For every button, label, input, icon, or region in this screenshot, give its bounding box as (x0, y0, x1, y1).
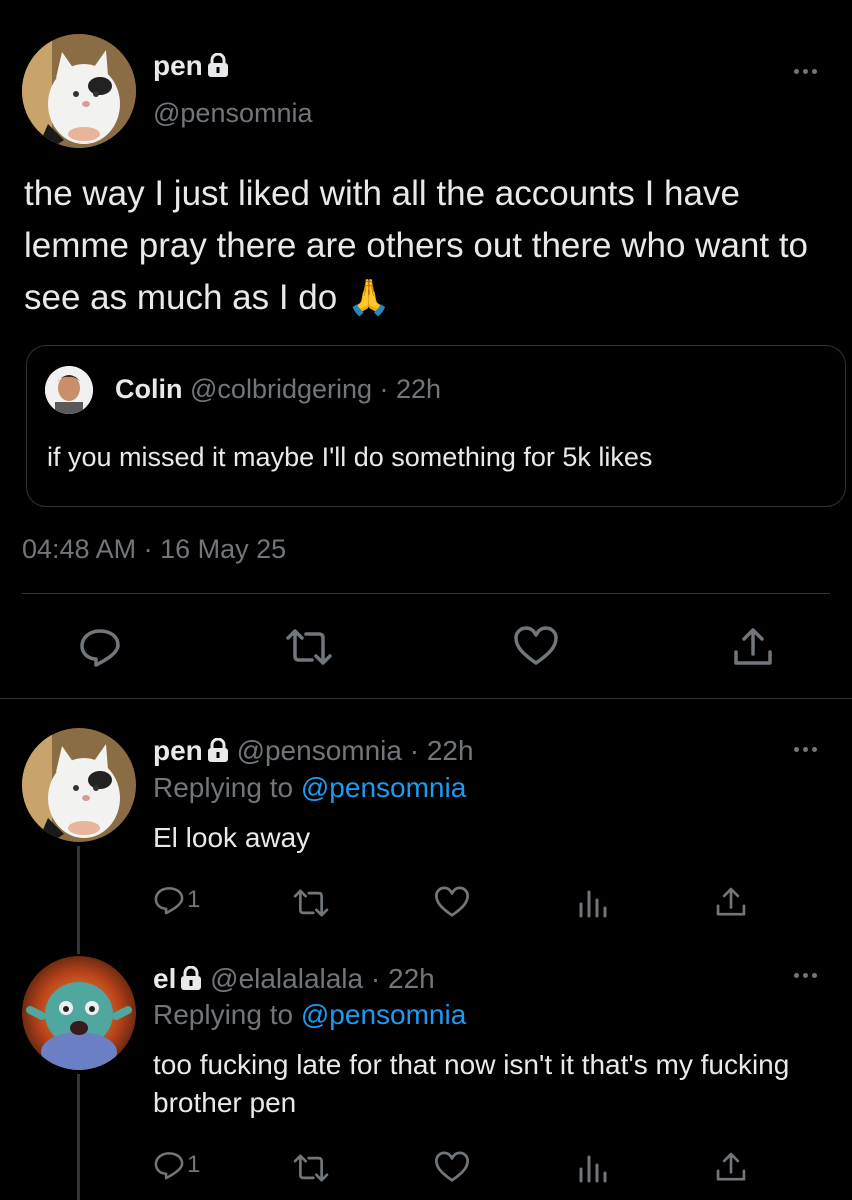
lock-icon (207, 52, 229, 84)
reply-author-handle[interactable]: @elalalalala (210, 963, 363, 994)
quoted-tweet-card[interactable]: Colin @colbridgering · 22h if you missed… (26, 345, 846, 507)
quoted-author-name: Colin (115, 374, 183, 404)
analytics-button[interactable] (578, 888, 608, 918)
author-handle[interactable]: @pensomnia (153, 98, 313, 129)
reply-icon (80, 629, 120, 667)
quoted-header: Colin @colbridgering · 22h (115, 374, 441, 405)
quoted-text: if you missed it maybe I'll do something… (47, 442, 653, 472)
retweet-icon (293, 1154, 329, 1182)
more-options-icon[interactable] (790, 66, 820, 76)
like-button[interactable] (513, 626, 559, 666)
author-name[interactable]: pen (153, 50, 203, 81)
tweet-date: 16 May 25 (160, 534, 287, 564)
tweet-text: the way I just liked with all the accoun… (24, 168, 834, 324)
reply-author-name[interactable]: pen (153, 735, 203, 766)
reply-text: too fucking late for that now isn't it t… (153, 1049, 790, 1118)
retweet-icon (293, 889, 329, 917)
replying-prefix: Replying to (153, 772, 294, 803)
more-options-icon[interactable] (790, 970, 820, 980)
avatar-pen[interactable] (22, 34, 136, 148)
heart-icon (434, 886, 470, 917)
reply-count: 1 (187, 886, 201, 913)
share-icon (716, 1152, 746, 1181)
like-button[interactable] (434, 886, 470, 918)
replying-prefix: Replying to (153, 999, 294, 1030)
divider (0, 698, 852, 699)
replying-to-link[interactable]: @pensomnia (301, 999, 466, 1030)
analytics-button[interactable] (578, 1153, 608, 1183)
reply-icon (154, 887, 184, 915)
reply-author-handle[interactable]: @pensomnia (237, 735, 402, 766)
more-options-icon[interactable] (790, 744, 820, 754)
reply-author-name[interactable]: el (153, 963, 176, 994)
reply-count: 1 (187, 1151, 201, 1178)
share-button[interactable] (732, 626, 774, 668)
quoted-time: · 22h (379, 374, 442, 404)
share-icon (734, 628, 772, 665)
author-row: pen (153, 50, 229, 84)
retweet-button[interactable] (292, 888, 330, 918)
heart-icon (514, 626, 558, 665)
avatar-colin (45, 366, 93, 414)
reply-time[interactable]: · 22h (371, 963, 435, 994)
separator-dot: · (143, 534, 153, 564)
retweet-icon (286, 629, 332, 665)
reply-button[interactable]: 1 (153, 885, 200, 915)
lock-icon (180, 965, 202, 997)
tweet-timestamp[interactable]: 04:48 AM · 16 May 25 (22, 534, 286, 565)
share-button[interactable] (715, 1151, 747, 1183)
tweet-time: 04:48 AM (22, 534, 137, 564)
thread-line (77, 846, 80, 954)
thread-line (77, 1074, 80, 1200)
reply-header: el @elalalalala · 22h (153, 963, 435, 997)
divider (22, 593, 830, 594)
retweet-button[interactable] (284, 628, 334, 666)
reply-button[interactable] (78, 627, 122, 667)
retweet-button[interactable] (292, 1153, 330, 1183)
share-icon (716, 887, 746, 916)
analytics-icon (579, 1155, 607, 1183)
replying-to-link[interactable]: @pensomnia (301, 772, 466, 803)
avatar-pen[interactable] (22, 728, 136, 842)
reply-icon (154, 1152, 184, 1180)
quoted-author-handle: @colbridgering (190, 374, 373, 404)
reply-text: El look away (153, 822, 311, 853)
reply-header: pen @pensomnia · 22h (153, 735, 474, 769)
replying-to: Replying to @pensomnia (153, 999, 466, 1031)
avatar-el[interactable] (22, 956, 136, 1070)
reply-time[interactable]: · 22h (410, 735, 474, 766)
analytics-icon (579, 890, 607, 918)
pray-emoji: 🙏 (346, 278, 391, 317)
tweet-body: the way I just liked with all the accoun… (24, 174, 809, 317)
lock-icon (207, 737, 229, 769)
heart-icon (434, 1151, 470, 1182)
reply-button[interactable]: 1 (153, 1150, 200, 1180)
share-button[interactable] (715, 886, 747, 918)
replying-to: Replying to @pensomnia (153, 772, 466, 804)
like-button[interactable] (434, 1151, 470, 1183)
